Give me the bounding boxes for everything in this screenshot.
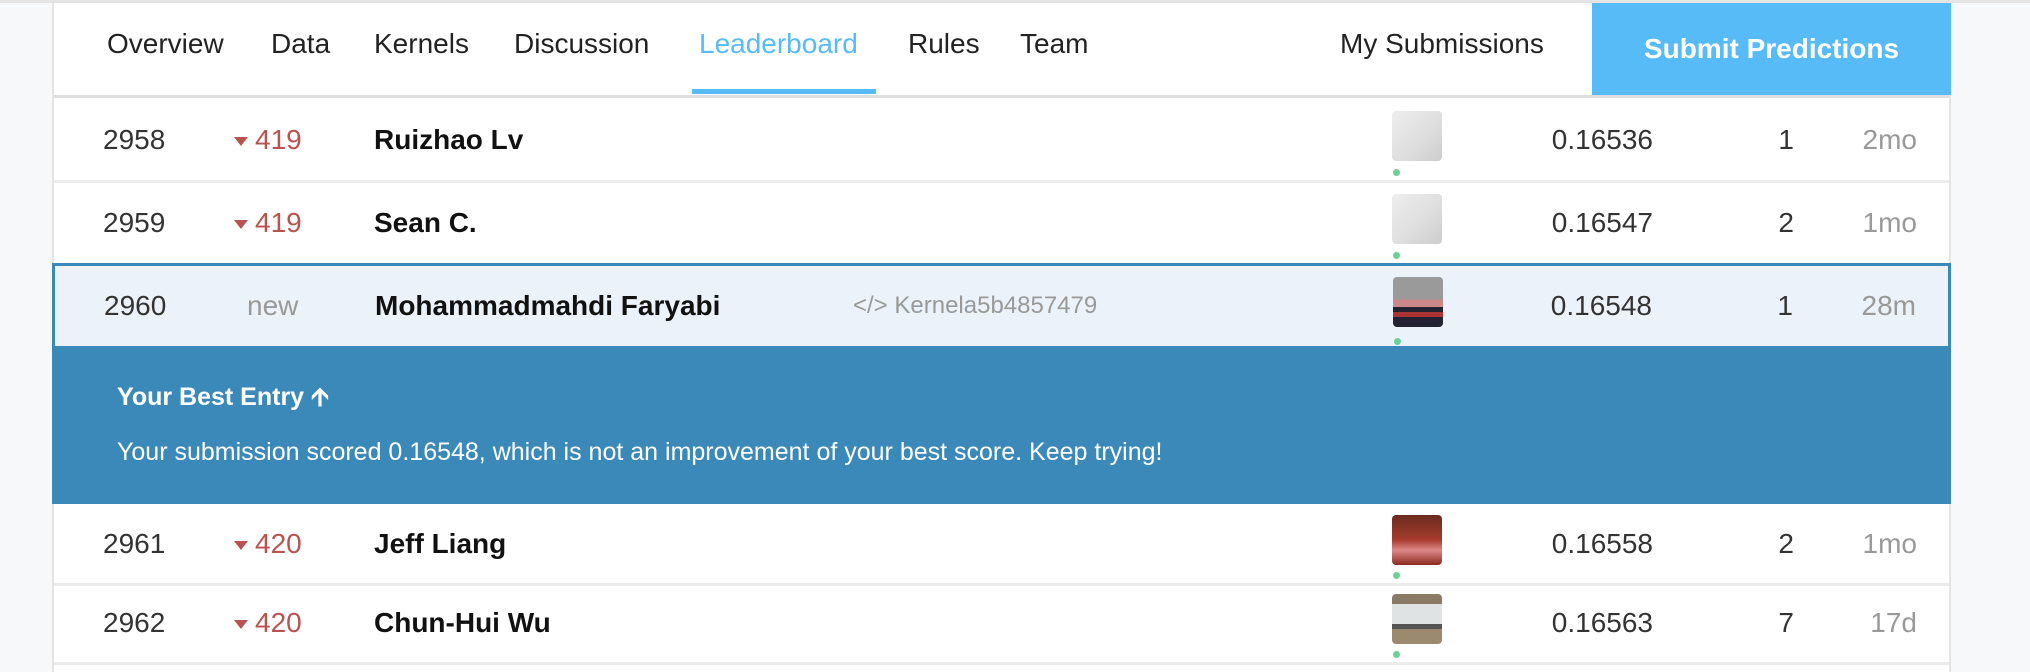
rank-change: 420 bbox=[234, 528, 302, 560]
tab-data[interactable]: Data bbox=[271, 28, 330, 60]
my-submissions-link[interactable]: My Submissions bbox=[1340, 28, 1544, 60]
team-name[interactable]: Ruizhao Lv bbox=[374, 124, 523, 156]
competition-nav: Overview Data Kernels Discussion Leaderb… bbox=[54, 3, 1951, 98]
tab-discussion[interactable]: Discussion bbox=[514, 28, 649, 60]
last-submission: 2mo bbox=[1862, 123, 1917, 155]
entries: 1 bbox=[1778, 123, 1794, 155]
score: 0.16563 bbox=[1551, 606, 1653, 638]
leaderboard-row[interactable]: 2959 419 Sean C. 0.16547 2 1mo bbox=[54, 183, 1949, 266]
banner-message: Your submission scored 0.16548, which is… bbox=[117, 438, 1163, 466]
banner-title: Your Best Entry 🡩 bbox=[117, 378, 329, 421]
rank: 2961 bbox=[103, 527, 166, 559]
submit-predictions-button[interactable]: Submit Predictions bbox=[1592, 3, 1951, 95]
office-avatar[interactable] bbox=[1392, 593, 1442, 644]
score: 0.16558 bbox=[1551, 527, 1653, 559]
rank-change-value: 419 bbox=[255, 207, 302, 238]
kernel-name: Kernela5b4857479 bbox=[894, 292, 1098, 319]
rank-change-value: 420 bbox=[255, 606, 302, 638]
leaderboard-row[interactable]: 2960 new Mohammadmahdi Faryabi </> Kernela5… bbox=[52, 263, 1951, 349]
tab-overview[interactable]: Overview bbox=[107, 28, 224, 60]
goose-avatar[interactable] bbox=[1392, 110, 1442, 161]
score: 0.16548 bbox=[1550, 290, 1652, 321]
entries: 2 bbox=[1778, 207, 1794, 238]
rank-change: new bbox=[247, 290, 299, 321]
entries: 1 bbox=[1777, 290, 1793, 321]
tab-kernels[interactable]: Kernels bbox=[374, 28, 469, 60]
online-status-dot bbox=[1393, 651, 1400, 658]
team-name[interactable]: Mohammadmahdi Faryabi bbox=[375, 290, 720, 322]
goose-avatar[interactable] bbox=[1392, 194, 1442, 244]
leaderboard-row[interactable]: 2958 419 Ruizhao Lv 0.16536 1 2mo bbox=[54, 99, 1949, 183]
best-entry-banner: Your Best Entry 🡩 Your submission scored… bbox=[52, 346, 1951, 504]
online-status-dot bbox=[1393, 252, 1400, 259]
kernel-link[interactable]: </> Kernela5b4857479 bbox=[853, 292, 1097, 320]
active-tab-indicator bbox=[692, 89, 876, 94]
rank: 2959 bbox=[103, 207, 166, 238]
score: 0.16536 bbox=[1551, 123, 1653, 155]
team-name[interactable]: Sean C. bbox=[374, 207, 477, 239]
last-submission: 1mo bbox=[1862, 527, 1917, 559]
team-name[interactable]: Chun-Hui Wu bbox=[374, 607, 551, 639]
last-submission: 17d bbox=[1870, 606, 1917, 638]
code-icon: </> bbox=[853, 292, 888, 319]
leaderboard-panel: Overview Data Kernels Discussion Leaderb… bbox=[52, 3, 1951, 672]
rank-change: 419 bbox=[234, 124, 302, 156]
banner-title-text: Your Best Entry bbox=[117, 383, 305, 411]
rank-change-value: 419 bbox=[255, 123, 302, 155]
entries: 2 bbox=[1778, 527, 1794, 559]
rank: 2962 bbox=[103, 606, 166, 638]
leaderboard-row[interactable]: 2962 420 Chun-Hui Wu 0.16563 7 17d bbox=[54, 583, 1949, 665]
online-status-dot bbox=[1393, 572, 1400, 579]
triangle-down-icon bbox=[234, 220, 248, 230]
tab-leaderboard[interactable]: Leaderboard bbox=[699, 28, 858, 60]
last-submission: 28m bbox=[1861, 290, 1916, 321]
score: 0.16547 bbox=[1551, 207, 1653, 238]
tab-rules[interactable]: Rules bbox=[908, 28, 980, 60]
rank-change: 420 bbox=[234, 607, 302, 639]
team-name[interactable]: Jeff Liang bbox=[374, 528, 506, 560]
online-status-dot bbox=[1394, 338, 1401, 345]
leaderboard-row[interactable]: 2961 420 Jeff Liang 0.16558 2 1mo bbox=[54, 504, 1949, 586]
rank: 2960 bbox=[104, 290, 167, 321]
photo-avatar[interactable] bbox=[1393, 277, 1443, 327]
triangle-down-icon bbox=[234, 619, 248, 629]
anime-avatar[interactable] bbox=[1392, 514, 1442, 565]
triangle-down-icon bbox=[234, 136, 248, 146]
online-status-dot bbox=[1393, 169, 1400, 176]
tab-team[interactable]: Team bbox=[1020, 28, 1088, 60]
arrow-up-icon: 🡩 bbox=[311, 383, 329, 411]
triangle-down-icon bbox=[234, 540, 248, 550]
last-submission: 1mo bbox=[1862, 207, 1917, 238]
rank: 2958 bbox=[103, 123, 166, 155]
rank-change: 419 bbox=[234, 207, 302, 239]
entries: 7 bbox=[1778, 606, 1794, 638]
rank-change-value: 420 bbox=[255, 527, 302, 559]
